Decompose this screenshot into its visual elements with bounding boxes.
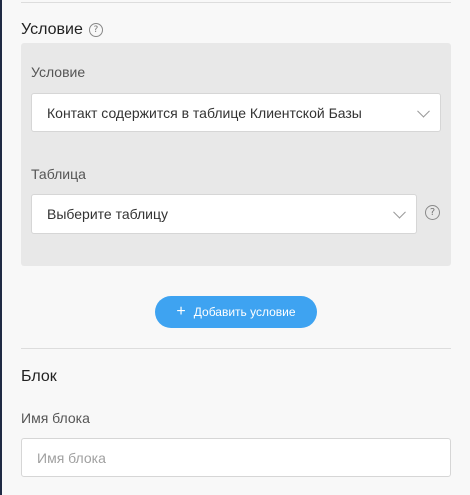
block-name-label: Имя блока xyxy=(21,410,90,426)
condition-title-text: Условие xyxy=(21,21,83,38)
question-circle-icon[interactable]: ? xyxy=(88,23,103,37)
condition-panel: Условие Контакт содержится в таблице Кли… xyxy=(21,43,451,266)
chevron-down-icon xyxy=(417,104,430,118)
block-name-input[interactable] xyxy=(21,438,451,477)
chevron-down-icon xyxy=(393,205,406,219)
add-condition-label: Добавить условие xyxy=(193,305,296,319)
condition-section-title: Условие ? xyxy=(21,21,103,39)
condition-select-value: Контакт содержится в таблице Клиентской … xyxy=(47,104,362,121)
condition-select[interactable]: Контакт содержится в таблице Клиентской … xyxy=(31,93,441,132)
top-divider xyxy=(21,2,451,3)
table-field-label: Таблица xyxy=(31,166,86,182)
left-edge-border xyxy=(0,0,2,495)
condition-field-label: Условие xyxy=(31,64,86,80)
table-select[interactable]: Выберите таблицу xyxy=(31,194,417,234)
add-condition-button[interactable]: + Добавить условие xyxy=(155,296,317,328)
block-title-text: Блок xyxy=(21,368,57,385)
plus-icon: + xyxy=(176,303,186,320)
section-divider xyxy=(21,348,451,349)
table-select-placeholder: Выберите таблицу xyxy=(47,206,169,222)
block-section-title: Блок xyxy=(21,368,57,386)
question-circle-icon[interactable]: ? xyxy=(425,205,440,220)
